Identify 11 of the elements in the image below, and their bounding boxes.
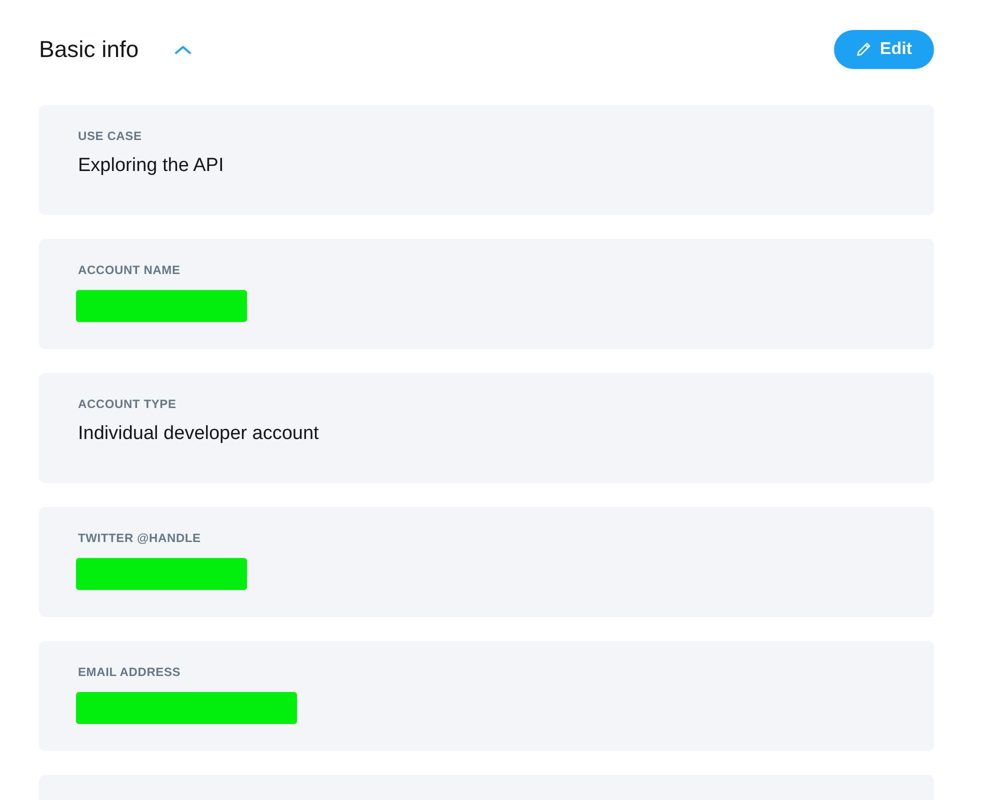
pencil-icon — [856, 41, 872, 57]
field-label: USE CASE — [78, 128, 143, 145]
field-value: Individual developer account — [78, 422, 320, 446]
section-title: Basic info — [39, 34, 139, 64]
field-value: Exploring the API — [78, 154, 225, 178]
field-label: ACCOUNT TYPE — [78, 396, 178, 413]
field-label: TWITTER @HANDLE — [78, 530, 202, 547]
field-label: EMAIL ADDRESS — [78, 664, 182, 681]
field-label: ACCOUNT NAME — [78, 262, 182, 279]
edit-button[interactable]: Edit — [834, 30, 934, 68]
collapse-chevron-icon[interactable] — [172, 44, 193, 56]
